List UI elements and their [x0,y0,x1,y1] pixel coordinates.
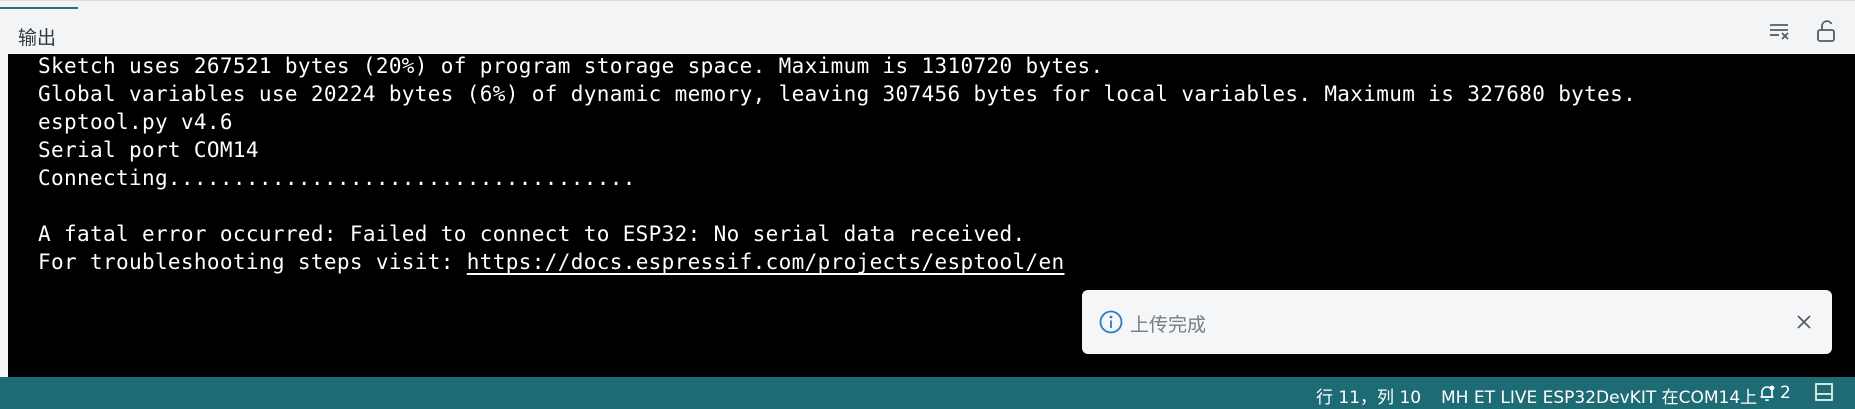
output-line: Connecting..............................… [38,166,636,190]
close-icon [1797,315,1811,329]
status-cursor-position[interactable]: 行 11，列 10 [1316,383,1421,408]
info-icon [1099,310,1123,334]
status-board-port[interactable]: MH ET LIVE ESP32DevKIT 在COM14上 [1441,383,1757,408]
troubleshoot-link[interactable]: https://docs.espressif.com/projects/espt… [467,250,1065,274]
troubleshoot-prefix: For troubleshooting steps visit: [38,250,467,274]
output-panel-header: 输出 [0,0,1855,54]
toggle-panel-button[interactable] [1814,382,1834,407]
status-bar: 行 11，列 10 MH ET LIVE ESP32DevKIT 在COM14上… [0,377,1855,409]
toast-message: 上传完成 [1130,314,1207,336]
notifications-count: 2 [1780,383,1791,403]
tab-output-label: 输出 [18,27,57,49]
output-line: Sketch uses 267521 bytes (20%) of progra… [38,54,1104,78]
status-notifications[interactable]: 2 [1758,383,1791,403]
output-line-troubleshoot: For troubleshooting steps visit: https:/… [38,250,1064,274]
tab-output[interactable]: 输出 [0,7,78,55]
notification-toast: 上传完成 [1082,290,1832,354]
output-line: esptool.py v4.6 [38,110,233,134]
output-line: A fatal error occurred: Failed to connec… [38,222,1026,246]
clear-output-button[interactable] [1766,17,1794,45]
console-gutter [0,54,8,377]
bell-icon [1760,385,1775,402]
unlock-icon [1817,20,1835,42]
scroll-lock-button[interactable] [1812,17,1840,45]
toggle-panel-icon [1815,383,1833,401]
toast-close-button[interactable] [1790,308,1818,336]
ide-output-view: 输出 Sketch uses 267521 bytes (20%) of pro… [0,0,1855,409]
output-line: Global variables use 20224 bytes (6%) of… [38,82,1637,106]
output-line: Serial port COM14 [38,138,259,162]
clear-output-icon [1770,24,1789,40]
